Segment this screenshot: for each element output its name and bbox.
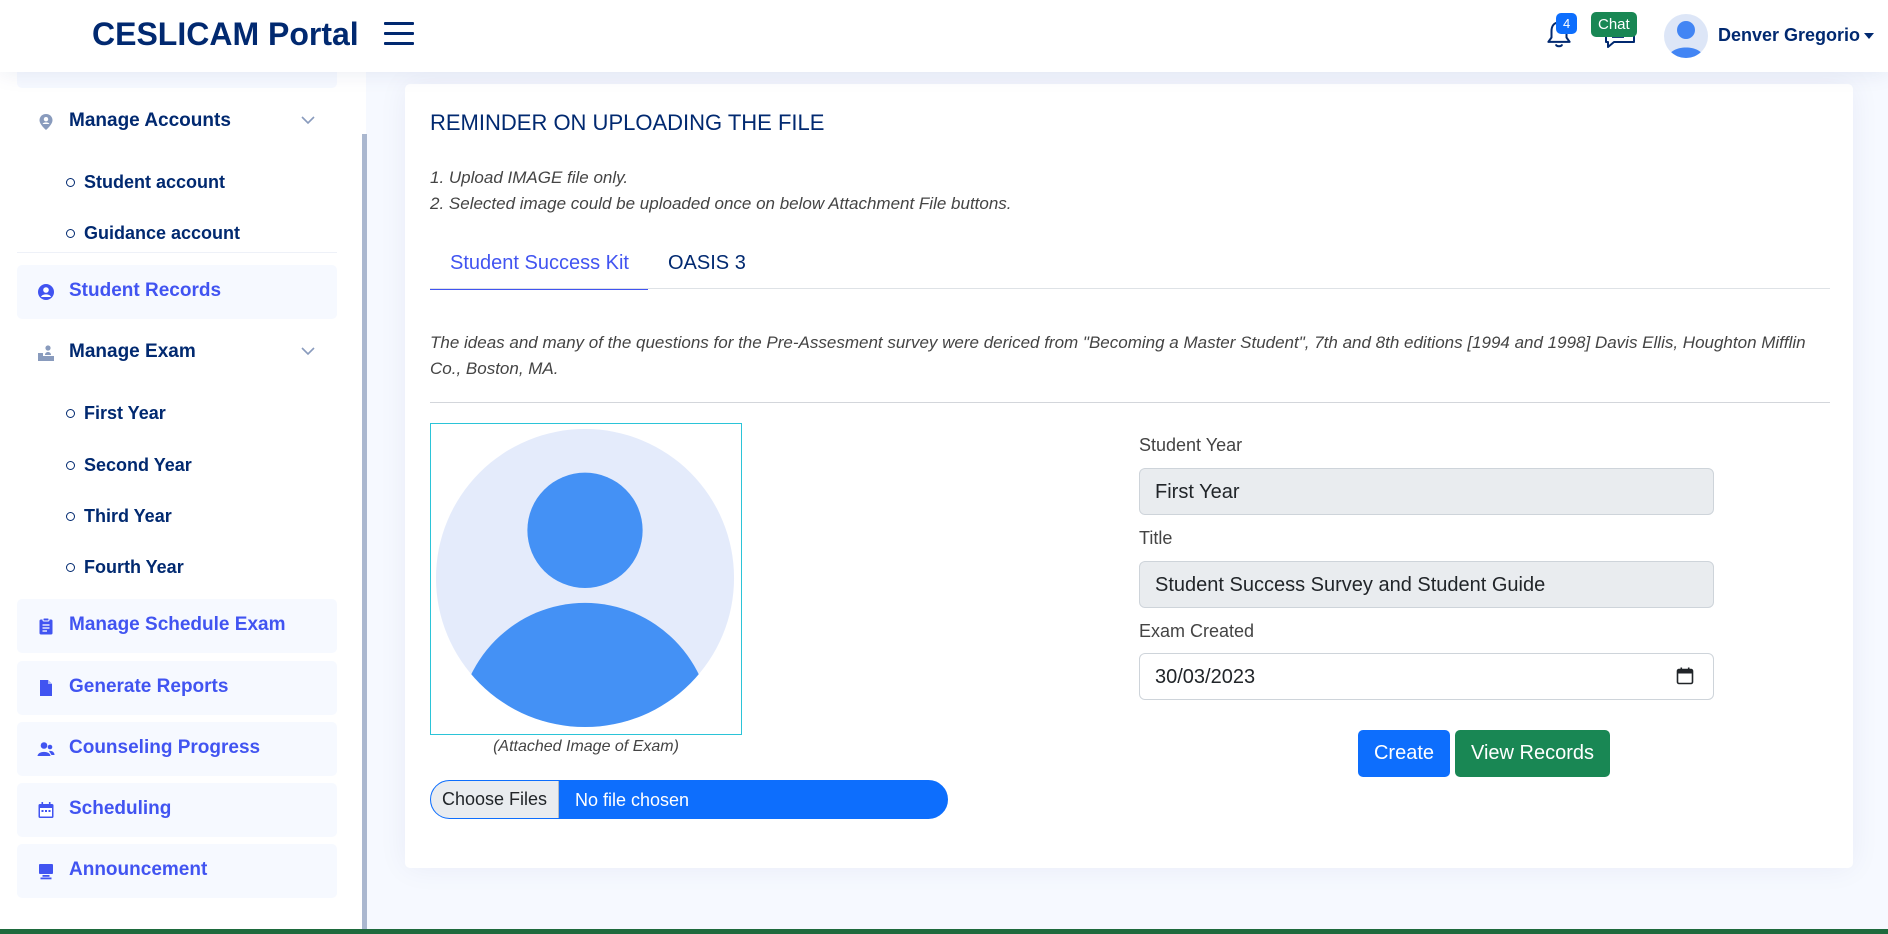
people-icon <box>37 742 55 756</box>
chat-badge: Chat <box>1591 12 1637 37</box>
sidebar-item-label: Manage Schedule Exam <box>69 614 286 635</box>
sidebar-item-label: Counseling Progress <box>69 737 261 758</box>
user-pin-icon <box>39 114 53 130</box>
attached-image-preview <box>430 423 742 735</box>
sidebar-item-label: Scheduling <box>69 798 172 819</box>
divider <box>430 402 1830 403</box>
sidebar-collapsed-item <box>17 72 337 88</box>
user-menu-toggle[interactable]: Denver Gregorio <box>1718 25 1875 46</box>
title-field: Student Success Survey and Student Guide <box>1139 561 1714 608</box>
image-caption: (Attached Image of Exam) <box>493 738 679 755</box>
sidebar-item-counseling-progress[interactable]: Counseling Progress <box>17 722 337 776</box>
brand-title[interactable]: CESLICAM Portal <box>92 16 359 53</box>
sidebar-scrollbar[interactable] <box>362 134 367 934</box>
user-name: Denver Gregorio <box>1718 25 1861 45</box>
student-year-field: First Year <box>1139 468 1714 515</box>
exam-created-label: Exam Created <box>1139 621 1255 641</box>
sidebar-item-label: Student Records <box>69 280 222 301</box>
user-placeholder-icon <box>435 428 735 728</box>
student-year-label: Student Year <box>1139 435 1243 455</box>
file-status: No file chosen <box>575 790 690 810</box>
file-upload-input[interactable]: Choose Files No file chosen <box>430 780 948 819</box>
person-circle-icon <box>38 284 54 300</box>
chevron-down-icon <box>301 347 315 356</box>
bullet-icon <box>66 178 75 187</box>
title-label: Title <box>1139 528 1173 548</box>
sidebar-item-manage-accounts[interactable]: Manage Accounts <box>17 95 337 149</box>
sidebar-item-label: Manage Exam <box>69 341 196 362</box>
sidebar-item-scheduling[interactable]: Scheduling <box>17 783 337 837</box>
reminder-line: 1. Upload IMAGE file only. <box>430 168 629 187</box>
sidebar-item-label: Announcement <box>69 859 208 880</box>
reminder-line: 2. Selected image could be uploaded once… <box>430 194 1012 213</box>
tab-student-success-kit[interactable]: Student Success Kit <box>430 252 648 290</box>
create-button[interactable]: Create <box>1358 730 1450 777</box>
bullet-icon <box>66 409 75 418</box>
choose-files-button[interactable]: Choose Files <box>431 781 559 818</box>
file-icon <box>40 680 52 696</box>
bullet-icon <box>66 563 75 572</box>
divider <box>17 252 337 253</box>
calendar-icon <box>38 802 54 818</box>
sidebar-item-generate-reports[interactable]: Generate Reports <box>17 661 337 715</box>
notification-badge: 4 <box>1556 13 1578 34</box>
tabs-divider <box>430 288 1830 289</box>
view-records-button[interactable]: View Records <box>1455 730 1610 777</box>
sidebar-item-manage-schedule-exam[interactable]: Manage Schedule Exam <box>17 599 337 653</box>
clipboard-icon <box>39 617 53 635</box>
exam-created-date-input[interactable]: 30/03/2023 <box>1139 653 1714 700</box>
bullet-icon <box>66 512 75 521</box>
sidebar-item-student-records[interactable]: Student Records <box>17 265 337 319</box>
calendar-icon[interactable] <box>1676 667 1694 685</box>
sidebar-item-label: Manage Accounts <box>69 110 231 131</box>
chevron-down-icon <box>301 116 315 125</box>
person-desk-icon <box>38 345 54 361</box>
top-header: CESLICAM Portal 4 Chat Denver Gregorio <box>0 0 1888 72</box>
intro-text: The ideas and many of the questions for … <box>430 333 1806 378</box>
menu-icon[interactable] <box>384 21 414 47</box>
sidebar-item-label: Generate Reports <box>69 676 229 697</box>
user-avatar[interactable] <box>1664 14 1708 58</box>
bullet-icon <box>66 229 75 238</box>
sidebar-item-manage-exam[interactable]: Manage Exam <box>17 326 337 380</box>
bullet-icon <box>66 461 75 470</box>
sidebar-item-announcement[interactable]: Announcement <box>17 844 337 898</box>
card-title: REMINDER ON UPLOADING THE FILE <box>430 110 825 135</box>
chevron-down-icon <box>1864 33 1875 40</box>
footer-bar <box>0 929 1888 934</box>
monitor-icon <box>39 864 53 880</box>
tab-oasis-3[interactable]: OASIS 3 <box>668 252 746 275</box>
